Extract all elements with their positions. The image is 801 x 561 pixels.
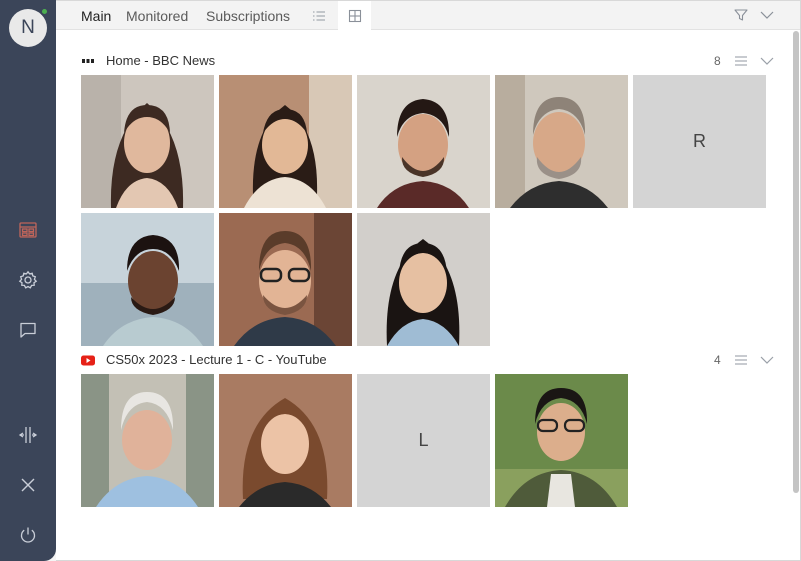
split-view-icon[interactable]	[17, 424, 39, 446]
scrollbar[interactable]	[793, 31, 799, 493]
avatar-tile[interactable]	[219, 75, 352, 208]
avatar-tile[interactable]	[219, 213, 352, 346]
avatar-tile[interactable]	[81, 213, 214, 346]
chevron-down-icon[interactable]	[760, 354, 774, 366]
grid-view-icon[interactable]	[338, 1, 371, 30]
chevron-down-icon[interactable]	[760, 55, 774, 67]
tab-main[interactable]: Main	[81, 1, 111, 30]
tab-monitored[interactable]: Monitored	[126, 1, 188, 30]
avatar-tile[interactable]	[357, 75, 490, 208]
avatar-tile[interactable]	[495, 374, 628, 507]
avatar-tile[interactable]	[357, 213, 490, 346]
tab-subscriptions[interactable]: Subscriptions	[206, 1, 290, 30]
youtube-icon	[81, 355, 95, 366]
tile-letter: R	[693, 131, 706, 151]
group-count: 8	[714, 54, 721, 68]
sidebar: N	[0, 0, 56, 561]
tiles-icon[interactable]	[17, 219, 39, 241]
chevron-down-icon[interactable]	[759, 7, 775, 23]
letter-tile[interactable]: R	[633, 75, 766, 208]
power-icon[interactable]	[17, 524, 39, 546]
tile-letter: L	[418, 430, 429, 450]
list-view-icon[interactable]	[302, 1, 335, 30]
online-status-dot	[40, 7, 49, 16]
menu-icon[interactable]	[734, 354, 748, 366]
tab-bar: Main Monitored Subscriptions	[56, 1, 800, 30]
letter-tile[interactable]: L	[357, 374, 490, 507]
group-title: Home - BBC News	[106, 53, 216, 68]
avatar-tile[interactable]	[495, 75, 628, 208]
avatar-tile[interactable]	[81, 75, 214, 208]
avatar-tile[interactable]	[219, 374, 352, 507]
group-title: CS50x 2023 - Lecture 1 - C - YouTube	[106, 352, 327, 367]
avatar-tile[interactable]	[81, 374, 214, 507]
menu-icon[interactable]	[734, 55, 748, 67]
gear-icon[interactable]	[17, 269, 39, 291]
group-count: 4	[714, 353, 721, 367]
group-header: CS50x 2023 - Lecture 1 - C - YouTube 4	[81, 351, 781, 371]
main-panel: Main Monitored Subscriptions Home - BBC …	[56, 0, 801, 561]
close-icon[interactable]	[17, 474, 39, 496]
filter-icon[interactable]	[733, 7, 749, 23]
chat-bubble-icon[interactable]	[17, 319, 39, 341]
bbc-news-icon	[82, 59, 94, 63]
group-header: Home - BBC News 8	[81, 52, 781, 72]
